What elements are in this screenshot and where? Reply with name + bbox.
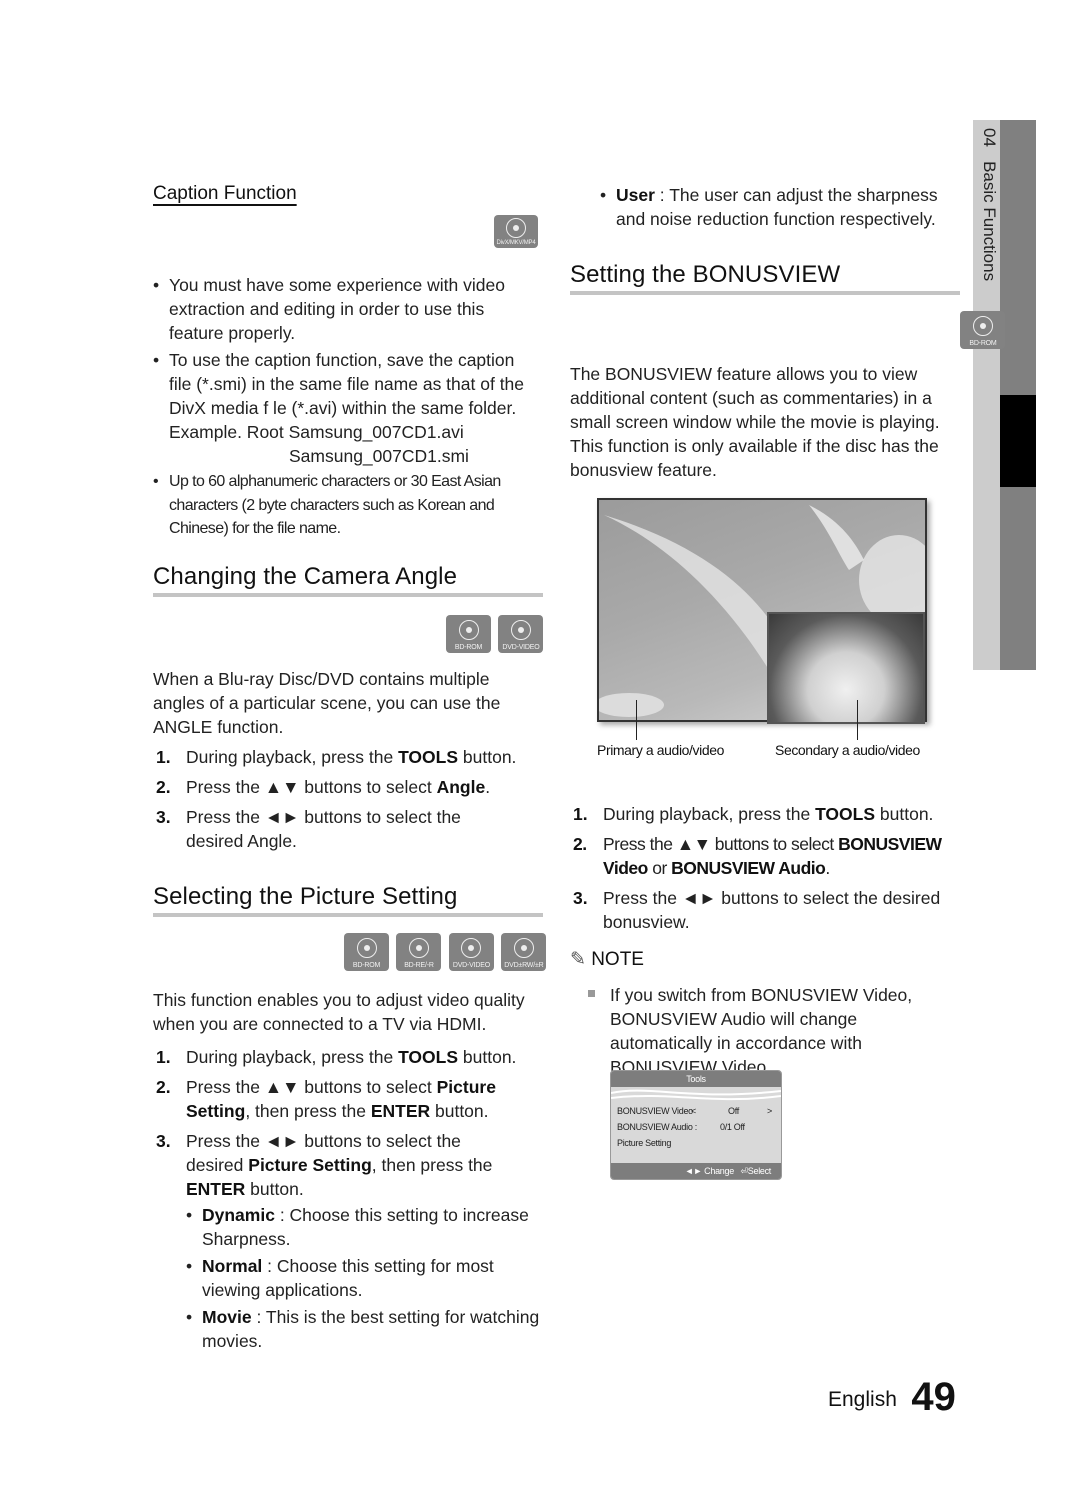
chapter-title: Basic Functions [980,161,999,282]
primary-pointer-line [636,700,637,740]
divx-mkv-mp4-badge: DivX/MKV/MP4 [494,215,538,248]
note-square-icon [588,990,595,997]
secondary-pointer-line [857,700,858,740]
step: 3. Press the ◄► buttons to select the des… [573,888,941,932]
secondary-label: Secondary a audio/video [775,742,920,758]
step: 3. Press the ◄► buttons to select the des… [156,807,461,851]
picture-setting-intro: This function enables you to adjust vide… [153,990,525,1034]
heading-rule [153,913,543,917]
tools-menu-row[interactable]: BONUSVIEW Audio : 0/1 Off [611,1119,781,1135]
option-movie: Movie : This is the best setting for wat… [186,1305,543,1353]
example-line: Example. Root Samsung_007CD1.avi [169,422,464,442]
page-number: 49 [911,1375,956,1419]
bonusview-intro: The BONUSVIEW feature allows you to view… [570,364,940,480]
step: 1. During playback, press the TOOLS butto… [156,1047,517,1067]
step: 3. Press the ◄► buttons to select the des… [156,1131,493,1199]
caption-bullets: You must have some experience with video… [153,273,533,541]
bonusview-steps: 1. During playback, press the TOOLS butto… [570,802,955,940]
disc-icon [972,316,993,336]
picture-setting-heading: Selecting the Picture Setting [153,883,458,910]
chevron-left-icon[interactable]: < [691,1103,696,1119]
tools-menu-row[interactable]: Picture Setting [611,1135,781,1151]
chapter-tab-label: 04 Basic Functions [975,128,999,328]
camera-angle-intro: When a Blu-ray Disc/DVD contains multipl… [153,669,501,737]
bd-re-r-badge: BD-RE/-R [396,933,442,971]
disc-icon [461,938,482,958]
caption-bullet: To use the caption function, save the ca… [153,348,533,468]
caption-bullet: You must have some experience with video… [153,273,533,345]
caption-bullet: Up to 60 alphanumeric characters or 30 E… [153,470,533,541]
step: 1. During playback, press the TOOLS butto… [156,747,517,767]
chapter-number: 04 [980,128,999,147]
page-footer: English 49 [828,1375,956,1420]
heading-rule [153,593,543,597]
picture-setting-steps: 1. During playback, press the TOOLS butto… [153,1045,543,1353]
disc-icon [513,938,534,958]
tools-menu-footer: ◄► Change ⏎Select [611,1163,781,1179]
disc-icon [510,620,531,640]
caption-function-heading: Caption Function [153,183,297,204]
camera-angle-heading: Changing the Camera Angle [153,563,458,590]
tools-menu-title: Tools [611,1071,781,1087]
pencil-icon: ✎ [570,949,586,970]
example-line: Samsung_007CD1.smi [289,446,469,466]
disc-icon [356,938,377,958]
step: 2. Press the ▲▼ buttons to select BONUSVI… [573,834,942,878]
primary-label: Primary a audio/video [597,742,724,758]
picture-setting-badges: BD-ROM BD-RE/-R DVD-VIDEO DVD±RW/±R [341,933,547,976]
dvd-rw-r-badge: DVD±RW/±R [501,933,547,971]
enter-icon: ⏎ [740,1166,749,1176]
tools-menu: Tools BONUSVIEW Video < Off > BONUSVIEW … [610,1070,782,1180]
bd-rom-badge: BD-ROM [446,615,491,653]
option-user: User : The user can adjust the sharpness… [600,183,950,231]
note-header: ✎ NOTE [570,949,644,970]
disc-icon [408,938,429,958]
dvd-video-badge: DVD-VIDEO [498,615,544,653]
film-reel-icon [506,218,526,238]
camera-angle-steps: 1. During playback, press the TOOLS butto… [153,745,543,859]
bonusview-secondary-video-image [767,612,925,724]
chapter-tab-active-marker [1000,395,1036,487]
dvd-video-badge: DVD-VIDEO [448,933,494,971]
picture-options: Dynamic : Choose this setting to increas… [153,1203,543,1353]
heading-rule [570,291,960,295]
bonusview-heading: Setting the BONUSVIEW [570,261,841,288]
camera-angle-badges: BD-ROM DVD-VIDEO [443,615,544,658]
disc-icon [458,620,479,640]
bd-rom-badge: BD-ROM [960,311,1006,349]
step: 2. Press the ▲▼ buttons to select Angle. [156,777,491,797]
step: 2. Press the ▲▼ buttons to select Picture… [156,1077,496,1121]
step: 1. During playback, press the TOOLS butto… [573,804,934,824]
bd-rom-badge: BD-ROM [344,933,389,971]
badge-label: DivX/MKV/MP4 [496,240,536,246]
tools-menu-row[interactable]: BONUSVIEW Video < Off > [611,1103,781,1119]
option-dynamic: Dynamic : Choose this setting to increas… [186,1203,543,1251]
menu-tear-divider [611,1089,781,1101]
language-label: English [828,1388,897,1411]
chevron-right-icon[interactable]: > [767,1103,772,1119]
option-normal: Normal : Choose this setting for most vi… [186,1254,543,1302]
note-text: If you switch from BONUSVIEW Video, BONU… [610,985,913,1077]
